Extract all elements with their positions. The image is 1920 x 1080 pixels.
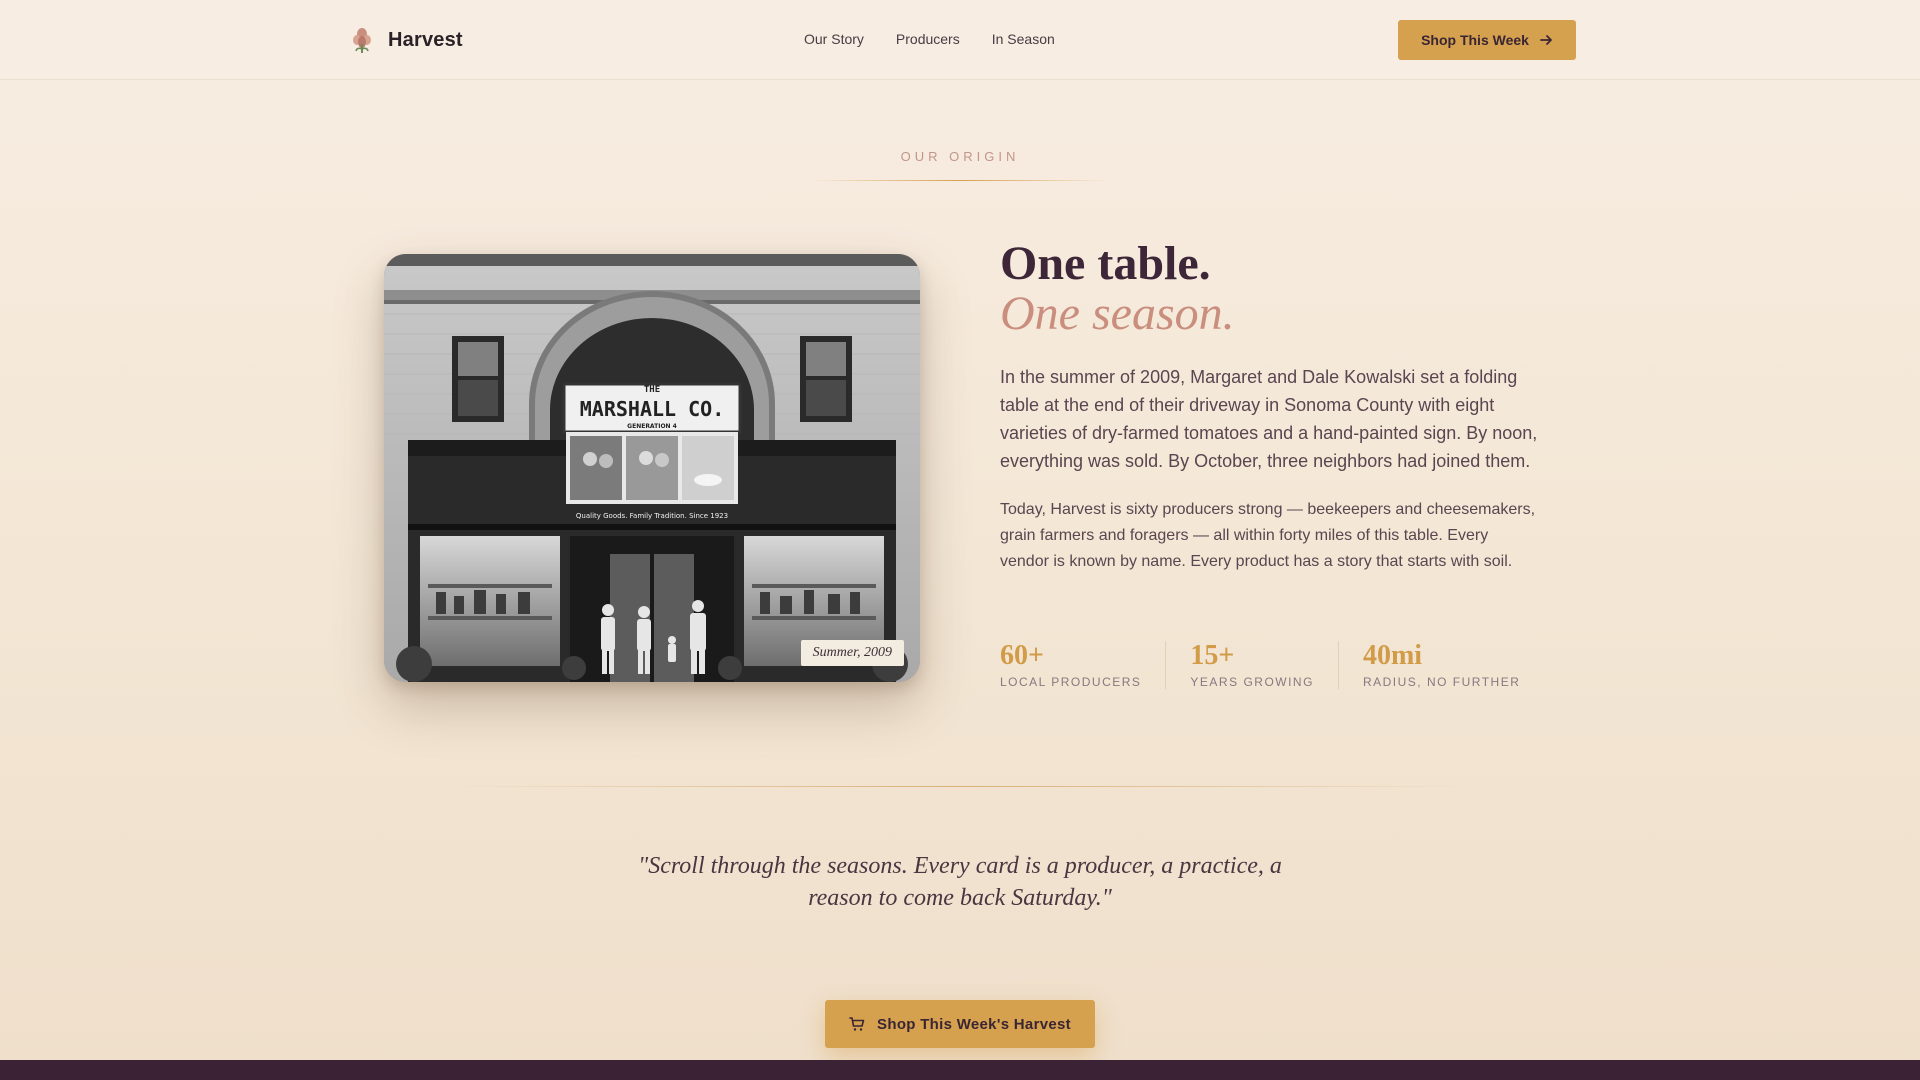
brand-name: Harvest xyxy=(388,28,463,51)
storefront-illustration: THE MARSHALL CO. GENERATION 4 Quality Go… xyxy=(384,254,920,682)
nav-link-our-story[interactable]: Our Story xyxy=(804,31,864,47)
shop-this-week-label: Shop This Week xyxy=(1421,32,1529,48)
story-block: One table. One season. In the summer of … xyxy=(1000,240,1540,575)
section-eyebrow: Our Origin xyxy=(900,149,1020,164)
nav-link-in-season[interactable]: In Season xyxy=(992,31,1055,47)
sign-line-3: GENERATION 4 xyxy=(627,423,677,430)
cart-icon xyxy=(849,1017,865,1031)
stats-row: 60+ Local Producers 15+ Years Growing 40… xyxy=(1000,641,1568,689)
shop-this-week-button[interactable]: Shop This Week xyxy=(1398,20,1576,60)
photo-caption: Summer, 2009 xyxy=(800,640,904,666)
stat-label: Local Producers xyxy=(1000,675,1142,689)
shop-harvest-label: Shop This Week's Harvest xyxy=(877,1015,1071,1033)
sign-line-1: THE xyxy=(644,385,660,395)
stat-value: 60+ xyxy=(1000,640,1044,671)
stat-label: Radius, No Further xyxy=(1362,675,1521,689)
section-divider xyxy=(440,786,1480,787)
nav-link-producers[interactable]: Producers xyxy=(896,31,960,47)
stat-years: 15+ Years Growing xyxy=(1190,641,1339,689)
pull-quote: "Scroll through the seasons. Every card … xyxy=(638,853,1282,911)
headline: One table. xyxy=(1000,237,1211,290)
harvest-logo-icon xyxy=(353,28,371,53)
body-paragraph: Today, Harvest is sixty producers strong… xyxy=(1000,501,1536,570)
footer-bar xyxy=(0,1060,1920,1080)
brand[interactable]: Harvest xyxy=(350,26,463,54)
stat-radius: 40mi Radius, No Further xyxy=(1362,640,1544,690)
stat-producers: 60+ Local Producers xyxy=(1000,640,1167,689)
headline-accent: One season. xyxy=(1000,287,1235,340)
store-tagline: Quality Goods. Family Tradition. Since 1… xyxy=(576,512,728,520)
sign-line-2: MARSHALL CO. xyxy=(580,397,725,421)
stat-value: 40mi xyxy=(1362,640,1423,671)
site-header: Harvest Our Story Producers In Season Sh… xyxy=(0,0,1920,80)
storefront-photo: THE MARSHALL CO. GENERATION 4 Quality Go… xyxy=(384,254,920,682)
arrow-right-icon xyxy=(1540,35,1552,45)
stat-value: 15+ xyxy=(1190,640,1235,671)
shop-harvest-button[interactable]: Shop This Week's Harvest xyxy=(825,1000,1095,1048)
main-nav: Our Story Producers In Season xyxy=(804,31,1055,47)
lead-paragraph: In the summer of 2009, Margaret and Dale… xyxy=(1000,367,1538,471)
eyebrow-divider xyxy=(810,180,1110,181)
stat-label: Years Growing xyxy=(1190,675,1314,689)
